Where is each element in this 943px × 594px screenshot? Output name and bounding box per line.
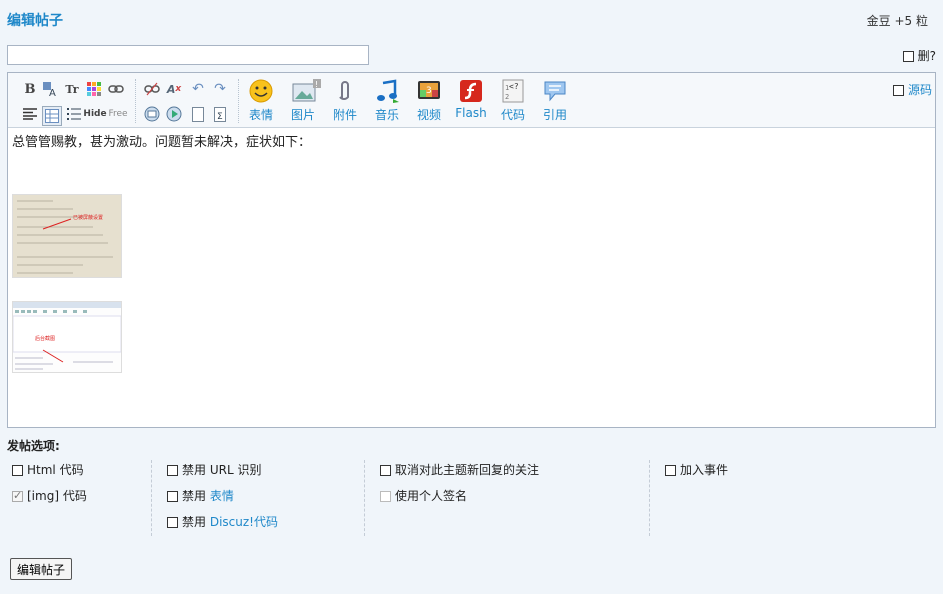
svg-text:<?: <? bbox=[509, 82, 519, 91]
html-code-label: Html 代码 bbox=[27, 463, 84, 477]
delete-label: 删? bbox=[917, 49, 936, 63]
smiley-label: 表情 bbox=[248, 108, 273, 122]
undo-icon[interactable]: ↶ bbox=[190, 81, 206, 97]
hide-icon[interactable]: Hide bbox=[83, 106, 106, 122]
disable-discuz-code-prefix: 禁用 bbox=[182, 515, 210, 529]
bold-icon[interactable]: B bbox=[22, 81, 38, 97]
svg-text:!: ! bbox=[315, 80, 318, 89]
source-toggle[interactable]: 源码 bbox=[893, 81, 932, 98]
music-button[interactable]: 音乐 bbox=[368, 79, 406, 123]
image-label: 图片 bbox=[290, 108, 315, 122]
quote-icon bbox=[543, 79, 567, 103]
color-palette-icon[interactable] bbox=[86, 81, 102, 97]
video-button[interactable]: 3 视频 bbox=[410, 79, 448, 123]
editor: B A Tr Ax ↶ ↷ Hide Free Σ 表情 ! 图片 附件 音乐 … bbox=[7, 72, 936, 428]
attachment-label: 附件 bbox=[332, 108, 357, 122]
options-divider bbox=[364, 460, 365, 536]
redo-icon[interactable]: ↷ bbox=[212, 81, 228, 97]
toolbar-separator bbox=[238, 79, 240, 123]
delete-checkbox[interactable] bbox=[902, 51, 914, 62]
smiley-icon bbox=[249, 79, 273, 103]
html-code-checkbox[interactable] bbox=[12, 465, 23, 476]
flash-button[interactable]: Flash bbox=[452, 79, 490, 120]
disable-url-label: URL 识别 bbox=[206, 463, 262, 477]
smiley-link[interactable]: 表情 bbox=[210, 489, 234, 503]
link-icon[interactable] bbox=[108, 81, 124, 97]
image-button[interactable]: ! 图片 bbox=[284, 79, 322, 123]
signature-checkbox[interactable] bbox=[380, 491, 391, 502]
music-label: 音乐 bbox=[374, 108, 399, 122]
signature-label: 使用个人签名 bbox=[395, 489, 468, 503]
svg-text:3: 3 bbox=[426, 86, 432, 96]
disable-discuz-code-checkbox[interactable] bbox=[167, 517, 178, 528]
edit-post-button[interactable]: 编辑帖子 bbox=[10, 558, 72, 580]
insert-image-icon[interactable] bbox=[144, 106, 160, 122]
list-icon[interactable] bbox=[66, 106, 82, 122]
remove-format-icon[interactable]: Ax bbox=[166, 81, 182, 97]
add-event-checkbox[interactable] bbox=[665, 465, 676, 476]
add-event-label: 加入事件 bbox=[680, 463, 729, 477]
attachment-button[interactable]: 附件 bbox=[326, 79, 364, 123]
align-left-icon[interactable] bbox=[22, 106, 38, 122]
unlink-icon[interactable] bbox=[144, 81, 160, 97]
page-icon[interactable] bbox=[190, 106, 206, 122]
disable-smiley-option[interactable]: 禁用 表情 bbox=[167, 487, 234, 504]
image-icon: ! bbox=[291, 79, 321, 103]
video-icon: 3 bbox=[417, 79, 441, 103]
post-options-title: 发帖选项: bbox=[7, 439, 60, 453]
smiley-button[interactable]: 表情 bbox=[242, 79, 280, 123]
page-title: 编辑帖子 bbox=[7, 13, 63, 29]
svg-text:1: 1 bbox=[505, 84, 509, 92]
table-icon[interactable] bbox=[42, 106, 62, 126]
svg-text:A: A bbox=[49, 88, 56, 97]
discuz-code-link[interactable]: Discuz!代码 bbox=[210, 515, 278, 529]
disable-url-prefix: 禁用 bbox=[182, 463, 207, 477]
attached-image-thumbnail[interactable]: 后台截图 bbox=[12, 301, 122, 373]
subject-input[interactable] bbox=[7, 45, 369, 65]
options-divider bbox=[151, 460, 152, 536]
unsubscribe-checkbox[interactable] bbox=[380, 465, 391, 476]
img-code-label: [img] 代码 bbox=[27, 489, 87, 503]
quote-label: 引用 bbox=[542, 108, 567, 122]
font-color-icon[interactable]: A bbox=[42, 81, 58, 97]
sum-icon[interactable]: Σ bbox=[212, 106, 228, 122]
paperclip-icon bbox=[333, 79, 357, 103]
thumb1-annotation: 已被屏蔽设置 bbox=[73, 214, 103, 221]
add-event-option[interactable]: 加入事件 bbox=[665, 461, 728, 478]
disable-discuz-code-option[interactable]: 禁用 Discuz!代码 bbox=[167, 513, 278, 530]
source-checkbox[interactable] bbox=[893, 85, 905, 96]
post-body-text: 总管管赐教，甚为激动。问题暂未解决，症状如下： bbox=[12, 135, 312, 150]
code-button[interactable]: <? 2 1 代码 bbox=[494, 79, 532, 123]
options-divider bbox=[649, 460, 650, 536]
thumb2-annotation: 后台截图 bbox=[35, 335, 55, 342]
free-icon[interactable]: Free bbox=[107, 106, 129, 122]
toolbar-separator bbox=[135, 79, 137, 123]
signature-option[interactable]: 使用个人签名 bbox=[380, 487, 467, 504]
quote-button[interactable]: 引用 bbox=[536, 79, 574, 123]
insert-media-icon[interactable] bbox=[166, 106, 182, 122]
code-label: 代码 bbox=[500, 108, 525, 122]
flash-label: Flash bbox=[455, 106, 487, 120]
unsubscribe-label: 取消对此主题新回复的关注 bbox=[395, 463, 540, 477]
disable-smiley-checkbox[interactable] bbox=[167, 491, 178, 502]
img-code-checkbox bbox=[12, 489, 23, 502]
flash-icon bbox=[459, 79, 483, 103]
disable-smiley-prefix: 禁用 bbox=[182, 489, 210, 503]
img-code-option: [img] 代码 bbox=[12, 487, 87, 504]
source-label: 源码 bbox=[907, 83, 932, 97]
unsubscribe-option[interactable]: 取消对此主题新回复的关注 bbox=[380, 461, 539, 478]
font-size-icon[interactable]: Tr bbox=[64, 81, 80, 97]
svg-text:Σ: Σ bbox=[217, 112, 223, 122]
svg-text:2: 2 bbox=[505, 93, 509, 101]
video-label: 视频 bbox=[416, 108, 441, 122]
html-code-option[interactable]: Html 代码 bbox=[12, 461, 84, 478]
disable-url-checkbox[interactable] bbox=[167, 465, 178, 476]
disable-url-option[interactable]: 禁用 URL 识别 bbox=[167, 461, 261, 478]
attached-image-thumbnail[interactable]: 已被屏蔽设置 bbox=[12, 194, 122, 278]
code-icon: <? 2 1 bbox=[501, 79, 525, 103]
delete-option[interactable]: 删? bbox=[902, 47, 936, 64]
coins-reward: 金豆 +5 粒 bbox=[866, 14, 928, 28]
editor-toolbar: B A Tr Ax ↶ ↷ Hide Free Σ 表情 ! 图片 附件 音乐 … bbox=[8, 73, 935, 128]
music-icon bbox=[375, 79, 399, 103]
